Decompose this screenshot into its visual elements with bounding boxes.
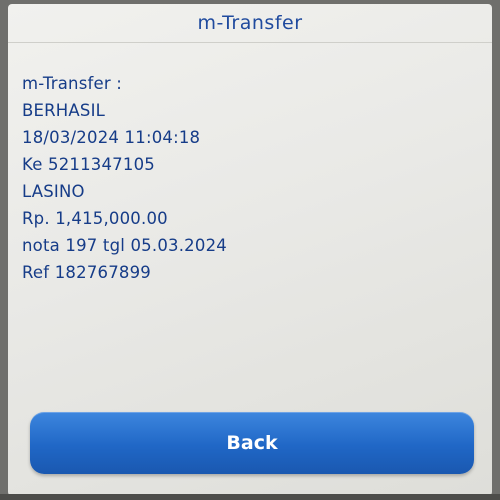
destination-account: Ke 5211347105 <box>22 155 155 174</box>
device-bezel <box>0 494 500 500</box>
transfer-status: BERHASIL <box>22 101 106 120</box>
back-button[interactable]: Back <box>30 412 474 474</box>
transfer-receipt: m-Transfer : BERHASIL 18/03/2024 11:04:1… <box>22 70 462 286</box>
app-screen: m-Transfer m-Transfer : BERHASIL 18/03/2… <box>8 4 492 496</box>
transfer-datetime: 18/03/2024 11:04:18 <box>22 128 201 147</box>
page-title: m-Transfer <box>8 4 492 43</box>
reference-number: Ref 182767899 <box>22 263 152 282</box>
recipient-name: LASINO <box>22 182 85 201</box>
transfer-note: nota 197 tgl 05.03.2024 <box>22 236 227 255</box>
transfer-amount: Rp. 1,415,000.00 <box>22 209 168 228</box>
receipt-heading: m-Transfer : <box>22 74 123 93</box>
